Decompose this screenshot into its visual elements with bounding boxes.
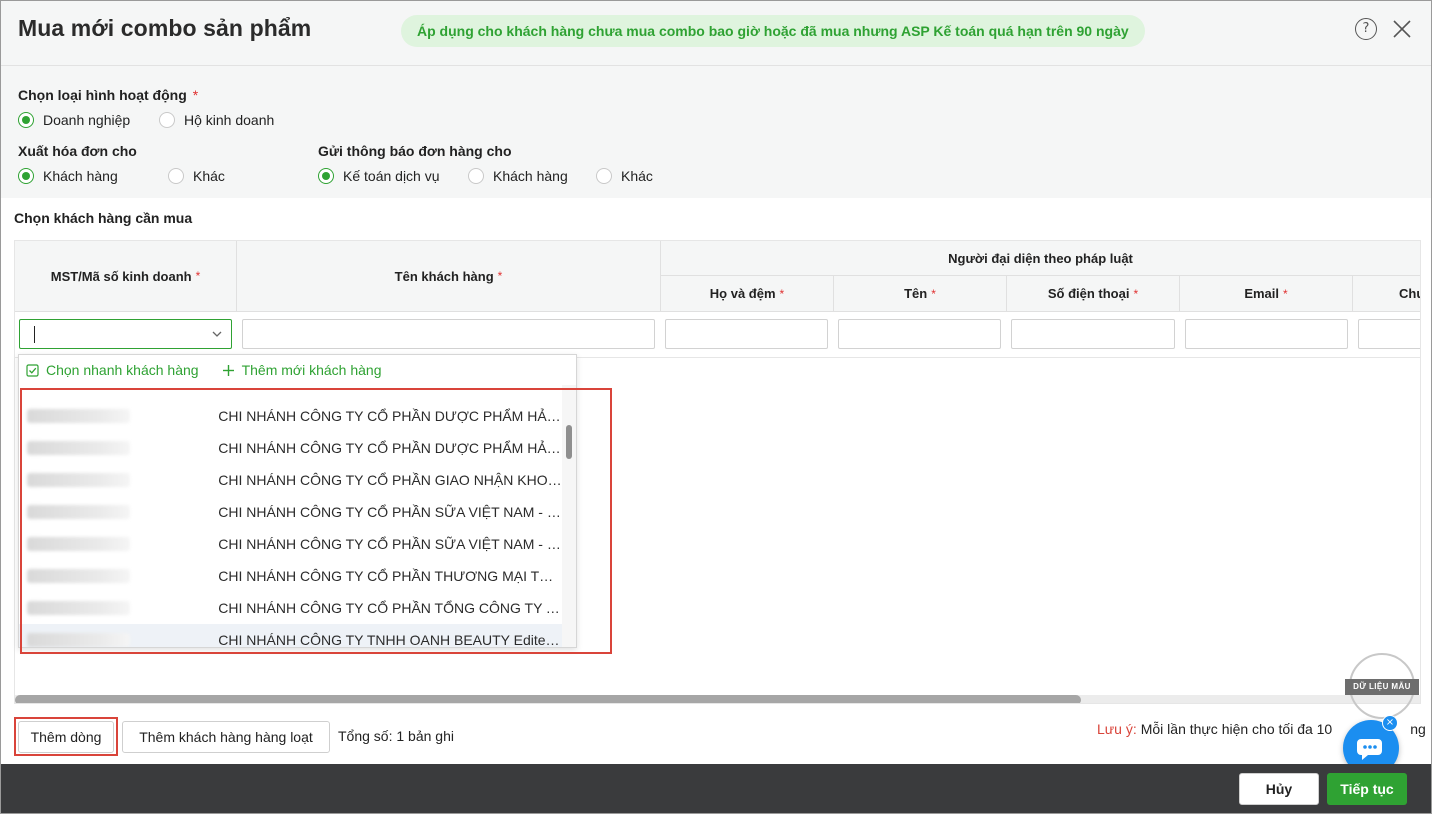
header-customer-name: Tên khách hàng * (237, 241, 661, 312)
blurred-tax-code (27, 441, 131, 455)
surname-input[interactable] (665, 319, 828, 349)
position-input[interactable] (1358, 319, 1420, 349)
sample-data-stamp: DỮ LIỆU MẪU (1345, 653, 1419, 719)
chat-close-icon[interactable]: × (1382, 715, 1398, 731)
checkbox-icon (26, 363, 39, 377)
radio-doanh-nghiep[interactable]: Doanh nghiệp (18, 112, 130, 128)
add-new-customer-link[interactable]: Thêm mới khách hàng (222, 362, 382, 378)
blurred-tax-code (27, 409, 131, 423)
blurred-tax-code (27, 601, 131, 615)
list-item[interactable]: CHI NHÁNH CÔNG TY CỔ PHẦN TỔNG CÔNG TY T… (19, 592, 562, 624)
email-input[interactable] (1185, 319, 1348, 349)
question-circle-icon[interactable]: ? (1355, 18, 1377, 40)
header-position: Chu (1353, 276, 1420, 312)
close-icon[interactable] (1391, 18, 1413, 40)
blurred-tax-code (27, 569, 131, 583)
list-item[interactable]: CHI NHÁNH CÔNG TY CỔ PHẦN DƯỢC PHẨM HẢI … (19, 432, 562, 464)
radio-dot[interactable] (18, 168, 34, 184)
blurred-tax-code (27, 505, 131, 519)
continue-button[interactable]: Tiếp tục (1327, 773, 1407, 805)
radio-notify-khach-hang[interactable]: Khách hàng (468, 168, 568, 184)
header-phone: Số điện thoại * (1007, 276, 1180, 312)
quick-select-customer-link[interactable]: Chọn nhanh khách hàng (26, 362, 199, 378)
stamp-label: DỮ LIỆU MẪU (1345, 679, 1419, 695)
radio-invoice-khac[interactable]: Khác (168, 168, 225, 184)
add-row-button[interactable]: Thêm dòng (18, 721, 114, 753)
header-legal-rep: Người đại diện theo pháp luật (661, 241, 1420, 276)
bulk-add-customers-button[interactable]: Thêm khách hàng hàng loạt (122, 721, 330, 753)
horizontal-scrollbar-thumb[interactable] (15, 695, 1081, 703)
radio-invoice-khach-hang[interactable]: Khách hàng (18, 168, 118, 184)
list-item[interactable]: CHI NHÁNH CÔNG TY CỔ PHẦN DƯỢC PHẨM HẢI … (19, 400, 562, 432)
radio-notify-khac[interactable]: Khác (596, 168, 653, 184)
radio-dot[interactable] (18, 112, 34, 128)
list-item[interactable]: CHI NHÁNH CÔNG TY CỔ PHẦN SỮA VIỆT NAM -… (19, 496, 562, 528)
dialog-title: Mua mới combo sản phẩm (18, 15, 312, 41)
radio-notify-ke-toan[interactable]: Kế toán dịch vụ (318, 168, 440, 184)
blurred-tax-code (27, 473, 131, 487)
phone-input[interactable] (1011, 319, 1175, 349)
list-item[interactable]: CHI NHÁNH CÔNG TY CỔ PHẦN THƯƠNG MẠI THẾ… (19, 560, 562, 592)
dialog-header: Mua mới combo sản phẩm Áp dụng cho khách… (1, 1, 1431, 66)
given-name-input[interactable] (838, 319, 1001, 349)
activity-type-label: Chọn loại hình hoạt động * (18, 87, 199, 103)
dropdown-list: CHI NHÁNH CÔNG TY CỔ PHẦN DƯỢC PHẨM HẢI … (19, 385, 576, 647)
notify-to-label: Gửi thông báo đơn hàng cho (318, 143, 512, 159)
radio-dot[interactable] (468, 168, 484, 184)
combo-purchase-dialog: Mua mới combo sản phẩm Áp dụng cho khách… (0, 0, 1432, 814)
header-email: Email * (1180, 276, 1353, 312)
list-item[interactable]: CHI NHÁNH CÔNG TY CỔ PHẦN SỮA VIỆT NAM -… (19, 528, 562, 560)
list-item[interactable]: CHI NHÁNH CÔNG TY CỔ PHẦN GIAO NHẬN KHO … (19, 464, 562, 496)
total-records: Tổng số: 1 bản ghi (338, 728, 454, 744)
radio-dot[interactable] (596, 168, 612, 184)
text-caret (34, 326, 35, 343)
header-surname: Họ và đệm * (661, 276, 834, 312)
cancel-button[interactable]: Hủy (1239, 773, 1319, 805)
blurred-tax-code (27, 537, 131, 551)
plus-icon (222, 364, 234, 376)
chevron-down-icon[interactable] (211, 328, 223, 340)
eligibility-notice: Áp dụng cho khách hàng chưa mua combo ba… (401, 15, 1145, 47)
list-item-highlighted[interactable]: CHI NHÁNH CÔNG TY TNHH OANH BEAUTY Edite… (19, 624, 562, 647)
section-title: Chọn khách hàng cần mua (14, 210, 193, 226)
dropdown-scrollbar-thumb[interactable] (566, 425, 572, 459)
header-given-name: Tên * (834, 276, 1007, 312)
radio-dot[interactable] (318, 168, 334, 184)
blurred-tax-code (27, 633, 131, 647)
options-panel: Chọn loại hình hoạt động * Doanh nghiệp H… (1, 66, 1431, 198)
dropdown-actions: Chọn nhanh khách hàng Thêm mới khách hàn… (19, 355, 576, 385)
header-tax-code: MST/Mã số kinh doanh * (15, 241, 237, 312)
invoice-for-label: Xuất hóa đơn cho (18, 143, 137, 159)
radio-ho-kinh-doanh[interactable]: Hộ kinh doanh (159, 112, 274, 128)
dialog-footer (1, 764, 1431, 813)
tax-code-combobox[interactable] (19, 319, 232, 349)
customer-name-input[interactable] (242, 319, 655, 349)
radio-dot[interactable] (168, 168, 184, 184)
customer-dropdown: Chọn nhanh khách hàng Thêm mới khách hàn… (18, 354, 577, 648)
radio-dot[interactable] (159, 112, 175, 128)
